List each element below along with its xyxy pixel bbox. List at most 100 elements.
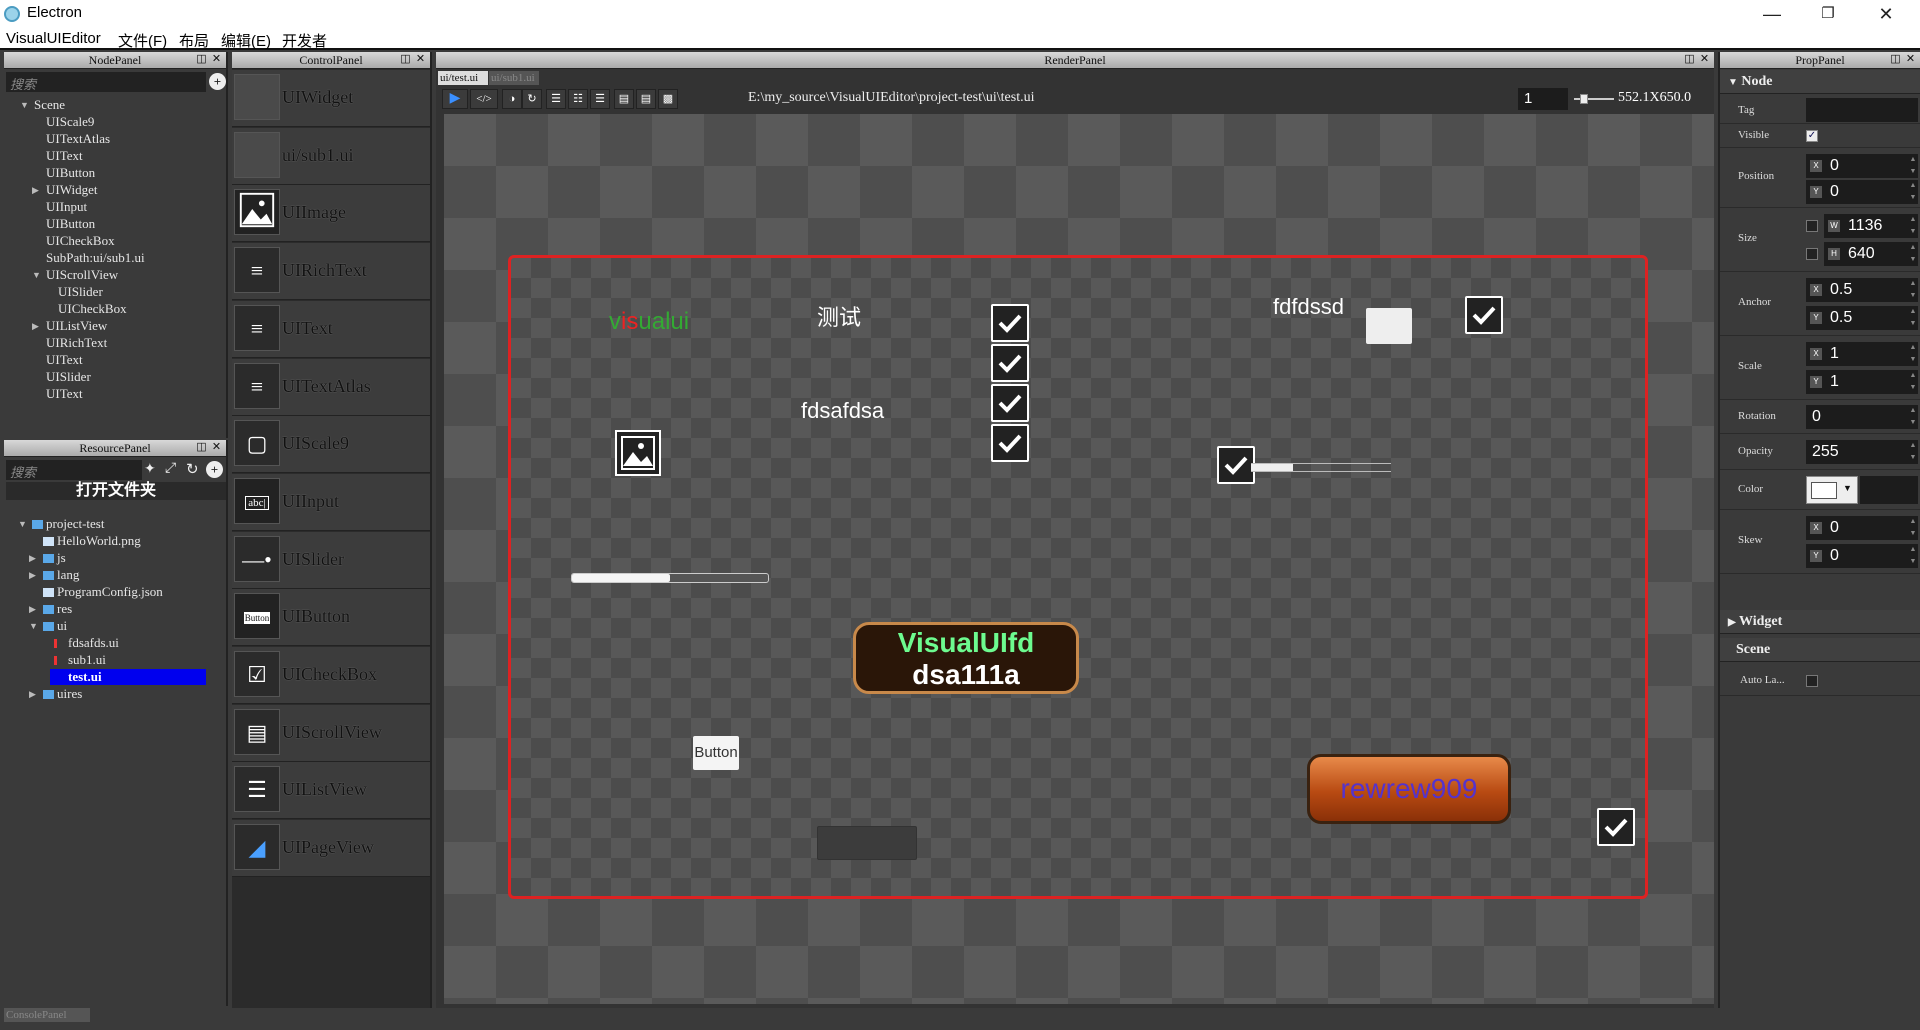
close-icon[interactable]: ✕ xyxy=(1866,2,1906,26)
control-item[interactable]: ▤ UIScrollView xyxy=(232,704,430,762)
node-tree-item[interactable]: UIScrollView xyxy=(46,267,118,283)
close-panel-icon[interactable]: ✕ xyxy=(414,53,427,66)
opacity-input[interactable]: 255 ▲ ▼ xyxy=(1806,440,1918,464)
chevron-down-icon[interactable]: ▼ xyxy=(29,621,38,631)
resource-tree-item[interactable]: project-test xyxy=(46,516,104,532)
tab-sub1-ui[interactable]: ui/sub1.ui xyxy=(489,71,539,85)
scale-y-input[interactable]: Y 1 ▲ ▼ xyxy=(1806,370,1918,394)
skew-y-input[interactable]: Y 0 ▲ ▼ xyxy=(1806,544,1918,568)
minimize-icon[interactable]: — xyxy=(1752,2,1792,26)
checkbox[interactable] xyxy=(991,344,1029,382)
node-tree-item[interactable]: Scene xyxy=(34,97,65,113)
chevron-down-icon[interactable]: ▼ xyxy=(20,100,29,110)
close-panel-icon[interactable]: ✕ xyxy=(1698,53,1711,66)
checkbox[interactable] xyxy=(1597,808,1635,846)
chevron-right-icon[interactable]: ▶ xyxy=(32,185,39,196)
spinner-icon[interactable]: ▲ ▼ xyxy=(1908,214,1918,238)
node-tree-item[interactable]: UIScale9 xyxy=(46,114,94,130)
chevron-down-icon[interactable]: ▼ xyxy=(32,270,41,280)
size-w-lock-checkbox[interactable] xyxy=(1806,220,1818,232)
skew-x-input[interactable]: X 0 ▲ ▼ xyxy=(1806,516,1918,540)
dock-icon[interactable]: ◫ xyxy=(195,53,208,66)
node-tree-item[interactable]: UIWidget xyxy=(46,182,97,198)
align-right-icon[interactable]: ☰ xyxy=(590,89,610,109)
code-icon[interactable]: </> xyxy=(470,89,498,109)
dock-icon[interactable]: ◫ xyxy=(1889,53,1902,66)
chevron-right-icon[interactable]: ▶ xyxy=(32,321,39,332)
refresh-icon[interactable]: ↻ xyxy=(186,460,199,479)
dock-icon[interactable]: ◫ xyxy=(1683,53,1696,66)
text-fdfdssd[interactable]: fdfdssd xyxy=(1273,294,1344,320)
checkbox[interactable] xyxy=(991,384,1029,422)
scale9-widget[interactable] xyxy=(1366,308,1412,344)
resource-search-input[interactable]: 搜索 xyxy=(6,460,142,480)
control-item[interactable]: ≡ UIText xyxy=(232,300,430,358)
align-bottom-icon[interactable]: ▩ xyxy=(658,89,678,109)
slider-track[interactable] xyxy=(1251,463,1391,472)
control-item[interactable]: ◢ UIPageView xyxy=(232,820,430,878)
control-item[interactable]: UIWidget xyxy=(232,70,430,127)
color-picker[interactable]: ▼ xyxy=(1806,476,1858,504)
scale-x-input[interactable]: X 1 ▲ ▼ xyxy=(1806,342,1918,366)
anchor-x-input[interactable]: X 0.5 ▲ ▼ xyxy=(1806,278,1918,302)
align-left-icon[interactable]: ☰ xyxy=(546,89,566,109)
node-search-input[interactable]: 搜索 xyxy=(6,72,206,92)
close-panel-icon[interactable]: ✕ xyxy=(210,441,223,454)
tag-input[interactable] xyxy=(1806,98,1918,122)
contrast-icon[interactable]: ◑ xyxy=(502,89,522,109)
control-item[interactable]: ☑ UICheckBox xyxy=(232,647,430,704)
spinner-icon[interactable]: ▲ ▼ xyxy=(1908,242,1918,266)
slider-track[interactable] xyxy=(571,573,769,583)
auto-layout-checkbox[interactable] xyxy=(1806,675,1818,687)
spinner-icon[interactable]: ▲ ▼ xyxy=(1908,440,1918,464)
position-y-input[interactable]: Y 0 ▲ ▼ xyxy=(1806,180,1918,204)
zoom-slider-handle[interactable] xyxy=(1580,94,1588,104)
position-x-input[interactable]: X 0 ▲ ▼ xyxy=(1806,154,1918,178)
text-test-cn[interactable]: 测试 xyxy=(817,300,861,332)
node-tree-item[interactable]: UITextAtlas xyxy=(46,131,110,147)
resource-tree-item[interactable]: lang xyxy=(57,567,79,583)
design-root[interactable]: visualui 测试 fdfdssd fdsafdsa VisualUIfd … xyxy=(508,255,1648,899)
control-item[interactable]: ☰ UIListView xyxy=(232,762,430,820)
chevron-right-icon[interactable]: ▶ xyxy=(29,553,36,564)
menu-layout[interactable]: 布局 xyxy=(179,30,209,51)
control-item[interactable]: Button UIButton xyxy=(232,589,430,647)
spinner-icon[interactable]: ▲ ▼ xyxy=(1908,154,1918,178)
dock-icon[interactable]: ◫ xyxy=(195,441,208,454)
node-tree-item[interactable]: UIRichText xyxy=(46,335,107,351)
size-h-input[interactable]: H 640 ▲ ▼ xyxy=(1824,242,1918,266)
open-folder-button[interactable]: 打开文件夹 xyxy=(6,482,226,500)
menu-file[interactable]: 文件(F) xyxy=(118,30,167,51)
spinner-icon[interactable]: ▲ ▼ xyxy=(1908,405,1918,429)
align-center-h-icon[interactable]: ☷ xyxy=(568,89,588,109)
align-top-icon[interactable]: ▤ xyxy=(614,89,634,109)
expand-icon[interactable]: ⤢ xyxy=(165,461,176,477)
refresh-icon[interactable]: ↻ xyxy=(522,89,542,109)
node-tree-item[interactable]: UIInput xyxy=(46,199,87,215)
resource-tree-item[interactable]: ui xyxy=(57,618,67,634)
menu-developer[interactable]: 开发者 xyxy=(282,30,327,51)
control-item[interactable]: —• UISlider xyxy=(232,531,430,589)
spinner-icon[interactable]: ▲ ▼ xyxy=(1908,278,1918,302)
section-scene[interactable]: Scene xyxy=(1720,638,1920,662)
control-item[interactable]: UIImage xyxy=(232,185,430,243)
chevron-right-icon[interactable]: ▶ xyxy=(29,570,36,581)
checkbox[interactable] xyxy=(1465,296,1503,334)
control-item[interactable]: ≡ UITextAtlas xyxy=(232,358,430,416)
rich-text-visualui[interactable]: visualui xyxy=(609,308,689,336)
control-item[interactable]: abc| UIInput xyxy=(232,473,430,531)
node-tree-item[interactable]: UIListView xyxy=(46,318,107,334)
control-item[interactable]: ui/sub1.ui xyxy=(232,127,430,185)
section-node[interactable]: ▼ Node xyxy=(1720,70,1920,94)
input-widget[interactable] xyxy=(817,826,917,860)
menu-visualuieditor[interactable]: VisualUIEditor xyxy=(6,30,101,47)
play-icon[interactable]: ▶ xyxy=(442,89,468,109)
section-widget[interactable]: ▶ Widget xyxy=(1720,610,1920,634)
resource-tree-item[interactable]: ProgramConfig.json xyxy=(57,584,163,600)
spinner-icon[interactable]: ▲ ▼ xyxy=(1908,180,1918,204)
node-tree-item[interactable]: SubPath:ui/sub1.ui xyxy=(46,250,145,266)
node-tree-item[interactable]: UIText xyxy=(46,352,83,368)
spinner-icon[interactable]: ▲ ▼ xyxy=(1908,544,1918,568)
zoom-input[interactable]: 1 xyxy=(1518,88,1568,110)
chevron-down-icon[interactable]: ▼ xyxy=(18,519,27,529)
